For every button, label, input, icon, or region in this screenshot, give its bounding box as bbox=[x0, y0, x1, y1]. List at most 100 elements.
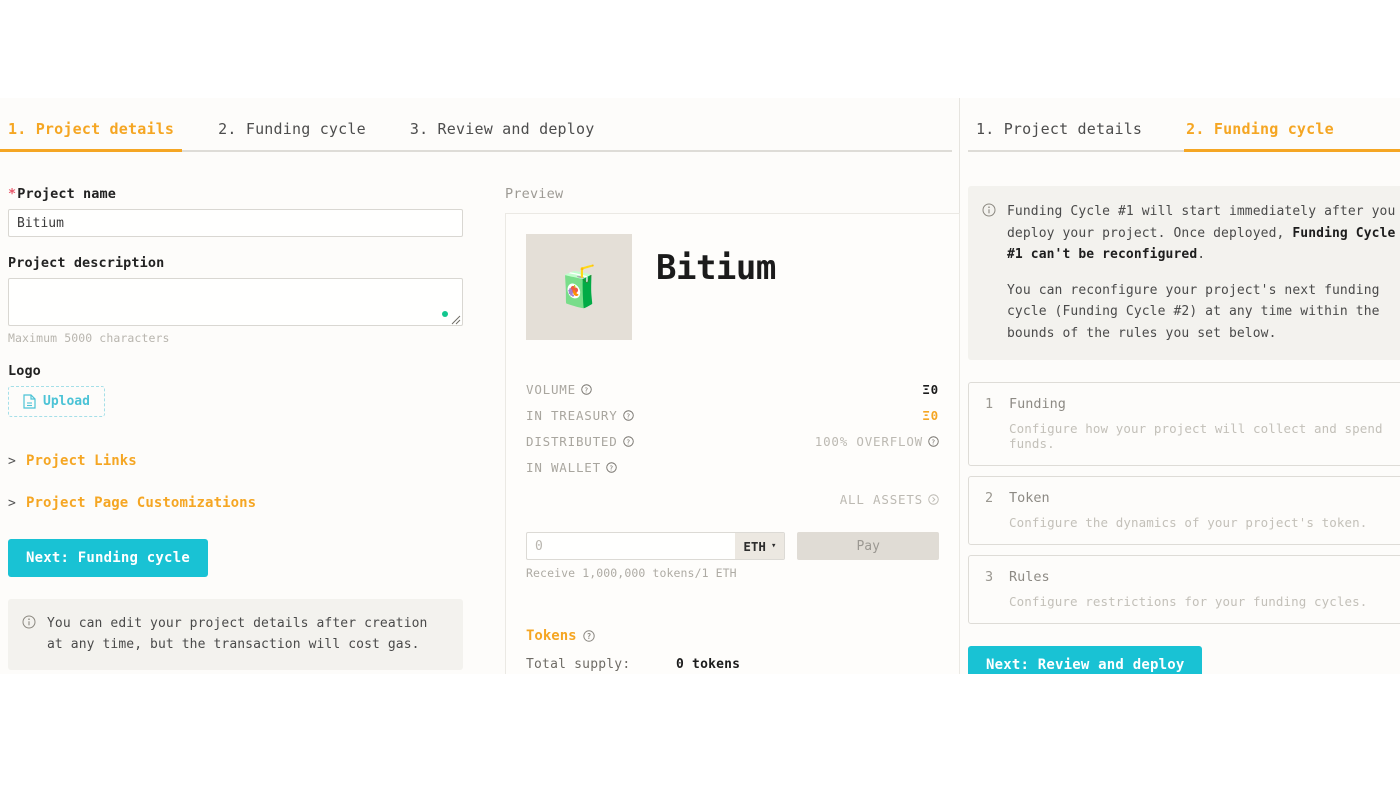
project-logo: 🧃 bbox=[526, 234, 632, 340]
preview-title: Preview bbox=[505, 186, 564, 202]
help-icon[interactable]: ? bbox=[928, 435, 939, 447]
help-icon[interactable]: ? bbox=[622, 409, 634, 421]
next-funding-cycle-button[interactable]: Next: Funding cycle bbox=[8, 539, 208, 577]
chevron-right-icon: > bbox=[8, 453, 16, 469]
right-tab-active-underline bbox=[1184, 149, 1400, 152]
svg-text:?: ? bbox=[586, 632, 591, 641]
pay-row: ETH ▾ Pay bbox=[526, 532, 939, 560]
stat-label-in-wallet-text: IN WALLET bbox=[526, 459, 601, 475]
document-icon bbox=[23, 394, 36, 409]
info-circle-icon bbox=[22, 615, 36, 629]
funding-cycle-info-paragraph-2: You can reconfigure your project's next … bbox=[1007, 282, 1380, 341]
project-details-info-box: You can edit your project details after … bbox=[8, 599, 463, 671]
description-status-dot bbox=[442, 311, 448, 317]
all-assets-label: ALL ASSETS bbox=[839, 491, 923, 507]
project-header: 🧃 Bitium bbox=[526, 234, 939, 340]
juice-box-icon: 🧃 bbox=[554, 264, 604, 310]
info-circle-icon bbox=[982, 203, 996, 217]
card-funding-description: Configure how your project will collect … bbox=[1009, 421, 1383, 452]
pay-amount-wrap: ETH ▾ bbox=[526, 532, 786, 560]
currency-select-label: ETH bbox=[743, 538, 766, 554]
chevron-right-circle-icon[interactable] bbox=[928, 493, 939, 505]
funding-cycle-info-text: Funding Cycle #1 will start immediately … bbox=[1007, 201, 1400, 344]
project-description-label: Project description bbox=[8, 255, 165, 271]
svg-text:?: ? bbox=[626, 412, 631, 420]
stat-value-distributed: 100% OVERFLOW ? bbox=[815, 434, 939, 449]
receive-rate-hint: Receive 1,000,000 tokens/1 ETH bbox=[526, 566, 737, 580]
project-description-input[interactable] bbox=[8, 278, 463, 326]
stat-row-volume: VOLUME ? Ξ0 bbox=[526, 376, 939, 402]
project-name-label-text: Project name bbox=[17, 186, 116, 202]
help-icon[interactable]: ? bbox=[582, 630, 595, 642]
right-tab-funding-cycle[interactable]: 2. Funding cycle bbox=[1164, 120, 1356, 148]
svg-text:?: ? bbox=[609, 464, 614, 472]
stat-row-all-assets: ALL ASSETS bbox=[526, 486, 939, 512]
card-rules-title: Rules bbox=[1009, 569, 1050, 586]
pay-button[interactable]: Pay bbox=[797, 532, 939, 560]
stat-row-distributed: DISTRIBUTED ? 100% OVERFLOW ? bbox=[526, 428, 939, 454]
chevron-right-icon: > bbox=[8, 495, 16, 511]
required-asterisk: * bbox=[8, 186, 17, 202]
tokens-total-supply-value: 0 tokens bbox=[676, 657, 741, 672]
project-name-input[interactable] bbox=[8, 209, 463, 237]
svg-text:?: ? bbox=[931, 438, 936, 446]
project-preview-name: Bitium bbox=[656, 248, 776, 288]
svg-text:?: ? bbox=[626, 438, 631, 446]
card-token-head: 2 Token bbox=[985, 490, 1400, 506]
tokens-section-heading: Tokens ? bbox=[526, 628, 939, 644]
stat-row-in-wallet: IN WALLET ? bbox=[526, 454, 939, 480]
left-step-tabs: 1. Project details 2. Funding cycle 3. R… bbox=[0, 98, 959, 152]
tab-funding-cycle[interactable]: 2. Funding cycle bbox=[196, 120, 388, 148]
app-content: 1. Project details 2. Funding cycle 3. R… bbox=[0, 98, 1400, 674]
pay-amount-input[interactable] bbox=[527, 533, 727, 559]
card-funding-head: 1 Funding bbox=[985, 396, 1400, 412]
project-form: *Project name Project description Maximu… bbox=[0, 186, 505, 674]
card-rules-number: 3 bbox=[985, 569, 994, 586]
stat-label-in-wallet: IN WALLET ? bbox=[526, 460, 617, 475]
help-icon[interactable]: ? bbox=[622, 435, 634, 447]
card-token-number: 2 bbox=[985, 490, 994, 507]
stat-value-in-treasury: Ξ0 bbox=[922, 407, 939, 423]
all-assets-toggle[interactable]: ALL ASSETS bbox=[840, 492, 939, 507]
help-icon[interactable]: ? bbox=[606, 461, 617, 473]
tokens-heading-text: Tokens bbox=[526, 628, 577, 644]
accordion-project-links[interactable]: > Project Links bbox=[8, 447, 505, 475]
tab-review-and-deploy[interactable]: 3. Review and deploy bbox=[388, 120, 617, 148]
info-p1-part-b: . bbox=[1197, 247, 1206, 263]
project-name-label: *Project name bbox=[8, 186, 505, 202]
tokens-total-supply-label: Total supply: bbox=[526, 657, 631, 672]
next-review-and-deploy-button[interactable]: Next: Review and deploy bbox=[968, 646, 1203, 674]
stat-label-distributed: DISTRIBUTED ? bbox=[526, 434, 634, 449]
funding-cycle-info-box: Funding Cycle #1 will start immediately … bbox=[968, 186, 1400, 361]
tokens-total-supply-row: Total supply: 0 tokens bbox=[526, 657, 939, 672]
preview-column: Preview 🧃 Bitium VOLUME ? Ξ0 IN TREASURY… bbox=[505, 186, 960, 674]
project-details-pane: 1. Project details 2. Funding cycle 3. R… bbox=[0, 98, 960, 674]
card-token[interactable]: 2 Token Configure the dynamics of your p… bbox=[968, 476, 1400, 546]
stat-label-in-treasury-text: IN TREASURY bbox=[526, 407, 618, 423]
card-rules-description: Configure restrictions for your funding … bbox=[1009, 594, 1368, 610]
card-rules[interactable]: 3 Rules Configure restrictions for your … bbox=[968, 555, 1400, 625]
accordion-project-links-label: Project Links bbox=[25, 453, 137, 469]
card-token-title: Token bbox=[1009, 490, 1050, 507]
accordion-project-page-customizations[interactable]: > Project Page Customizations bbox=[8, 489, 505, 517]
project-preview-card: 🧃 Bitium VOLUME ? Ξ0 IN TREASURY ? Ξ0 DI… bbox=[505, 213, 960, 674]
project-details-info-text: You can edit your project details after … bbox=[47, 616, 428, 653]
card-rules-head: 3 Rules bbox=[985, 569, 1400, 585]
left-body: *Project name Project description Maximu… bbox=[0, 148, 960, 674]
logo-upload-button[interactable]: Upload bbox=[8, 386, 105, 417]
card-funding-title: Funding bbox=[1009, 396, 1066, 413]
tab-project-details[interactable]: 1. Project details bbox=[8, 120, 196, 148]
logo-label: Logo bbox=[8, 363, 41, 379]
currency-select[interactable]: ETH ▾ bbox=[735, 533, 785, 559]
stat-value-distributed-text: 100% OVERFLOW bbox=[814, 433, 923, 449]
logo-upload-label: Upload bbox=[43, 394, 90, 409]
svg-text:?: ? bbox=[584, 386, 589, 394]
right-tab-project-details[interactable]: 1. Project details bbox=[976, 120, 1164, 148]
help-icon[interactable]: ? bbox=[581, 383, 592, 395]
card-funding[interactable]: 1 Funding Configure how your project wil… bbox=[968, 382, 1400, 467]
project-stats: VOLUME ? Ξ0 IN TREASURY ? Ξ0 DISTRIBUTED… bbox=[526, 376, 939, 512]
card-token-description: Configure the dynamics of your project's… bbox=[1009, 515, 1368, 531]
stat-label-volume-text: VOLUME bbox=[526, 381, 576, 397]
stat-label-in-treasury: IN TREASURY ? bbox=[526, 408, 634, 423]
stat-label-volume: VOLUME ? bbox=[526, 382, 592, 397]
